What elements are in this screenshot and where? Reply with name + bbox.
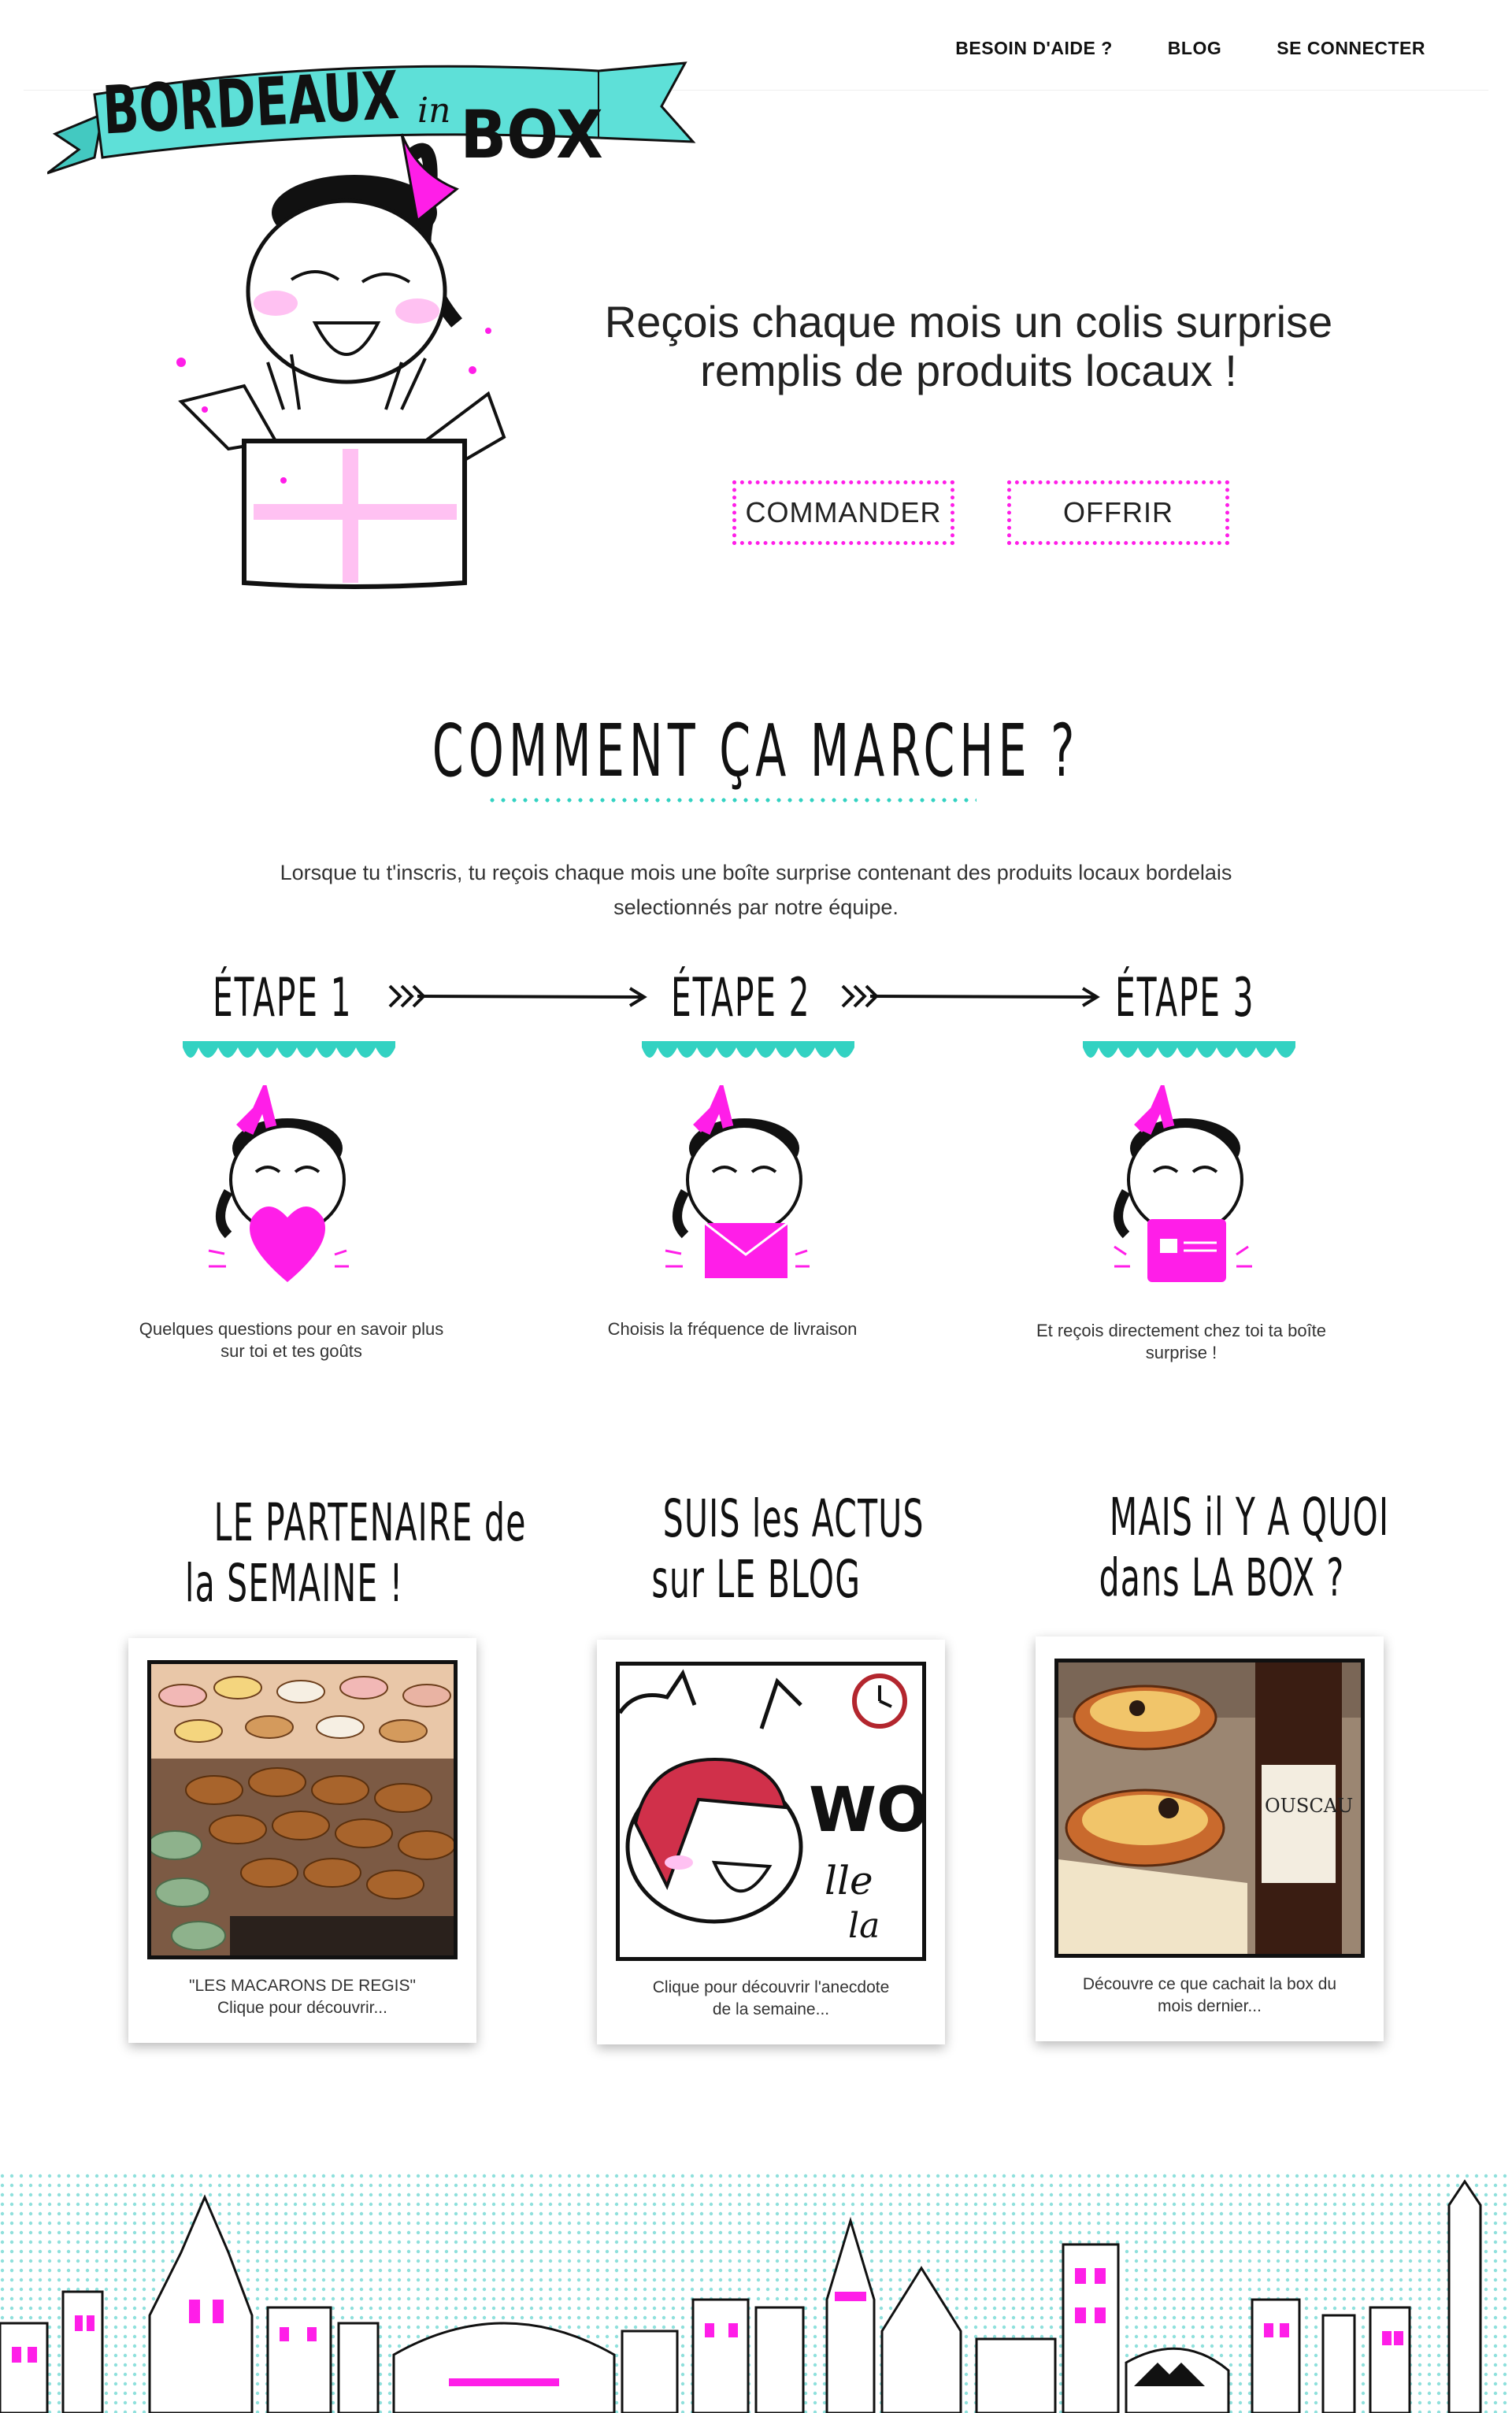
nav-login-link[interactable]: SE CONNECTER [1277, 38, 1425, 59]
bottle-label: OUSCAU [1265, 1795, 1353, 1817]
step-1-title: ÉTAPE 1 [213, 967, 353, 1029]
box-card-title: MAIS il Y A QUOI dans LA BOX ? [1099, 1487, 1390, 1608]
blog-card-caption: Clique pour découvrir l'anecdote de la s… [652, 1978, 890, 2018]
step-2-scallop [642, 1041, 854, 1058]
step-2-title: ÉTAPE 2 [671, 967, 811, 1029]
step-2-character [665, 1085, 810, 1278]
girl-character [246, 133, 462, 410]
nav-help-link[interactable]: BESOIN D'AIDE ? [955, 38, 1113, 59]
tagline-line-2: remplis de produits locaux ! [700, 346, 1237, 395]
box-card-caption: Découvre ce que cachait la box du mois d… [1082, 1975, 1337, 2015]
step-3-scallop [1083, 1041, 1295, 1058]
step-3-character [1114, 1085, 1252, 1282]
blog-card[interactable]: WOO lle la Clique pour découvrir l'anecd… [597, 1640, 945, 2044]
order-button[interactable]: COMMANDER [732, 480, 954, 545]
partner-card-title: LE PARTENAIRE de la SEMAINE ! [185, 1492, 527, 1614]
macarons-photo [147, 1660, 458, 1959]
bordeaux-skyline-illustration [0, 2174, 1512, 2413]
blog-illustration: WOO lle la [616, 1662, 926, 1961]
hero-tagline: Reçois chaque mois un colis surprise rem… [551, 298, 1386, 395]
svg-text:lle: lle [825, 1858, 873, 1903]
partner-card-caption: "LES MACARONS DE REGIS" Clique pour déco… [189, 1977, 416, 2017]
step-arrow-2 [841, 984, 1100, 1008]
box-contents-card[interactable]: OUSCAU Découvre ce que cachait la box du… [1036, 1636, 1384, 2041]
gift-box [178, 384, 506, 589]
how-it-works-heading: COMMENT ÇA MARCHE ? [0, 709, 1512, 793]
intro-line-2: selectionnés par notre équipe. [613, 895, 899, 919]
intro-line-1: Lorsque tu t'inscris, tu reçois chaque m… [280, 861, 1232, 884]
step-3-title: ÉTAPE 3 [1115, 967, 1255, 1029]
partner-card[interactable]: "LES MACARONS DE REGIS" Clique pour déco… [128, 1638, 476, 2043]
box-contents-photo: OUSCAU [1054, 1659, 1365, 1958]
logo-word-box: BOX [460, 97, 602, 174]
step-3-caption: Et reçois directement chez toi ta boîte … [1036, 1321, 1327, 1362]
step-2-caption: Choisis la fréquence de livraison [607, 1319, 858, 1339]
logo-word-in: in [417, 91, 450, 131]
title-dotted-underline [487, 797, 976, 803]
how-intro-text: Lorsque tu t'inscris, tu reçois chaque m… [205, 855, 1307, 925]
gift-button[interactable]: OFFRIR [1007, 480, 1229, 545]
how-it-works-title: COMMENT ÇA MARCHE ? [432, 709, 1080, 793]
top-navigation: BESOIN D'AIDE ? BLOG SE CONNECTER [955, 38, 1425, 59]
blog-card-title: SUIS les ACTUS sur LE BLOG [651, 1488, 925, 1610]
logo-word-bordeaux: BORDEAUX [101, 57, 401, 150]
illustration-text-woo: WOO [809, 1775, 922, 1846]
svg-text:la: la [848, 1906, 880, 1946]
step-1-character [208, 1085, 349, 1282]
nav-blog-link[interactable]: BLOG [1168, 38, 1221, 59]
step-1-scallop [183, 1041, 395, 1058]
heart-icon [250, 1206, 325, 1282]
tagline-line-1: Reçois chaque mois un colis surprise [604, 297, 1333, 347]
envelope-icon [704, 1221, 788, 1278]
step-arrow-1 [388, 984, 647, 1008]
step-1-caption: Quelques questions pour en savoir plus s… [139, 1319, 444, 1361]
box-icon [1147, 1219, 1226, 1282]
